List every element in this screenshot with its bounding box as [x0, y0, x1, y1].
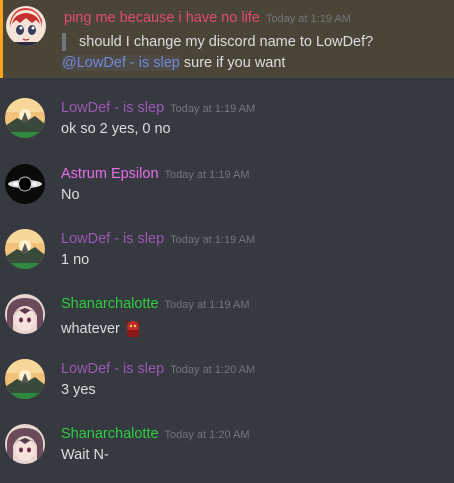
- message-content: whatever: [61, 317, 143, 341]
- avatar[interactable]: [5, 229, 45, 269]
- author-name[interactable]: Shanarchalotte: [61, 426, 159, 442]
- message: LowDef - is slep Today at 1:20 AM 3 yes: [0, 353, 454, 409]
- sunset-landscape-avatar-icon: [5, 359, 45, 399]
- author-name[interactable]: Shanarchalotte: [61, 296, 159, 312]
- avatar[interactable]: [5, 294, 45, 334]
- author-name[interactable]: LowDef - is slep: [61, 231, 164, 247]
- avatar[interactable]: [5, 424, 45, 464]
- author-name[interactable]: ping me because i have no life: [64, 10, 260, 26]
- anime-girl-avatar-icon: [5, 424, 45, 464]
- message-text: Wait N-: [61, 447, 109, 463]
- message: Astrum Epsilon Today at 1:19 AM No: [0, 158, 454, 214]
- timestamp: Today at 1:20 AM: [164, 429, 250, 441]
- red-haired-anime-avatar-icon: [6, 6, 46, 46]
- avatar[interactable]: [5, 98, 45, 138]
- message-text: No: [61, 187, 80, 203]
- timestamp: Today at 1:19 AM: [170, 234, 256, 246]
- timestamp: Today at 1:19 AM: [170, 103, 256, 115]
- red-demon-emoji-icon[interactable]: [123, 317, 143, 341]
- message-text: sure if you want: [183, 55, 286, 71]
- message: Shanarchalotte Today at 1:19 AM whatever: [0, 288, 454, 344]
- message-text: 1 no: [61, 252, 90, 268]
- message-highlighted: ping me because i have no life Today at 1…: [0, 0, 454, 78]
- user-mention[interactable]: @LowDef - is slep: [62, 55, 180, 71]
- author-name[interactable]: LowDef - is slep: [61, 361, 164, 377]
- message-text: 3 yes: [61, 382, 96, 398]
- message: LowDef - is slep Today at 1:19 AM ok so 2…: [0, 92, 454, 148]
- message: Shanarchalotte Today at 1:20 AM Wait N-: [0, 418, 454, 474]
- reply-quote: should I change my discord name to LowDe…: [62, 33, 373, 51]
- message-text: whatever: [61, 321, 120, 337]
- sunset-landscape-avatar-icon: [5, 229, 45, 269]
- avatar[interactable]: [5, 359, 45, 399]
- timestamp: Today at 1:19 AM: [164, 299, 250, 311]
- timestamp: Today at 1:19 AM: [265, 13, 351, 25]
- timestamp: Today at 1:20 AM: [170, 364, 256, 376]
- timestamp: Today at 1:19 AM: [164, 169, 250, 181]
- author-name[interactable]: LowDef - is slep: [61, 100, 164, 116]
- message-text: ok so 2 yes, 0 no: [61, 121, 171, 137]
- avatar[interactable]: [5, 164, 45, 204]
- message: LowDef - is slep Today at 1:19 AM 1 no: [0, 223, 454, 279]
- anime-girl-avatar-icon: [5, 294, 45, 334]
- author-name[interactable]: Astrum Epsilon: [61, 166, 159, 182]
- sunset-landscape-avatar-icon: [5, 98, 45, 138]
- avatar[interactable]: [6, 6, 46, 46]
- message-content: @LowDef - is slep sure if you want: [62, 55, 285, 71]
- black-hole-avatar-icon: [5, 164, 45, 204]
